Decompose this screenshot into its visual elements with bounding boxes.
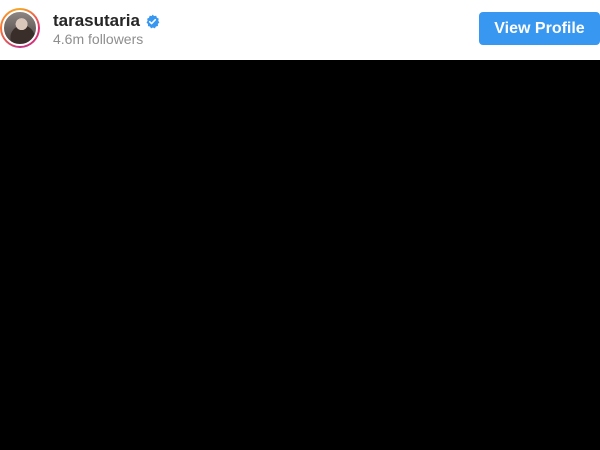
username-link[interactable]: tarasutaria [53,11,140,31]
view-profile-button[interactable]: View Profile [479,12,600,45]
avatar[interactable] [2,10,38,46]
verified-check-icon [146,14,160,28]
embed-header: tarasutaria 4.6m followers View Profile [0,0,600,60]
instagram-embed: tarasutaria 4.6m followers View Profile [0,0,600,450]
username-row: tarasutaria [53,11,160,31]
followers-count: 4.6m followers [53,31,144,47]
avatar-story-ring[interactable] [0,8,40,48]
post-media[interactable] [0,60,600,450]
